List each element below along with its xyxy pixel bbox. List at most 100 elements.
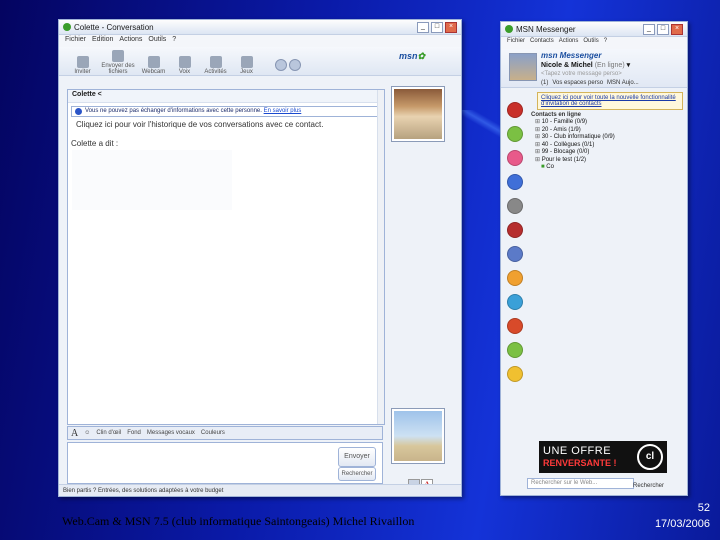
group-family[interactable]: 10 - Famille (0/9) <box>535 119 687 127</box>
messenger-titlebar[interactable]: MSN Messenger _ □ × <box>501 22 687 37</box>
ad-line2: RENVERSANTE ! <box>543 458 617 468</box>
message-area <box>72 150 232 210</box>
invite-button[interactable]: Inviter <box>69 56 96 75</box>
games-icon <box>240 56 253 68</box>
games-tab-icon[interactable] <box>507 270 523 286</box>
games-button[interactable]: Jeux <box>233 56 260 75</box>
messenger-title: MSN Messenger <box>516 24 576 34</box>
user-display-picture[interactable] <box>391 408 445 464</box>
msn-logo: msn✿ <box>398 51 425 61</box>
wink-icon[interactable] <box>289 59 301 71</box>
user-photo <box>394 411 442 461</box>
voice-icon <box>178 56 191 68</box>
quick-links: (1) Vos espaces perso MSN Aujo... <box>541 80 639 86</box>
conversation-history[interactable]: Colette < Vous ne pouvez pas échanger d'… <box>67 89 385 425</box>
menu-contacts[interactable]: Contacts <box>530 38 554 48</box>
spaces-link[interactable]: Vos espaces perso <box>552 80 603 86</box>
group-colleagues[interactable]: 40 - Collègues (0/1) <box>535 142 687 150</box>
messenger-logo: msn Messenger <box>541 51 602 60</box>
personal-message-field[interactable]: <Tapez votre message perso> <box>541 71 622 77</box>
history-link[interactable]: Cliquez ici pour voir l'historique de vo… <box>76 120 376 129</box>
close-button[interactable]: × <box>445 21 457 33</box>
info-notice: Vous ne pouvez pas échanger d'informatio… <box>71 106 381 117</box>
group-test[interactable]: Pour le test (1/2) <box>535 157 687 165</box>
status-bar[interactable]: Bien partis ? Entrées, des solutions ada… <box>59 484 461 496</box>
menu-help[interactable]: ? <box>604 38 607 48</box>
shop-tab-icon[interactable] <box>507 342 523 358</box>
menu-help[interactable]: ? <box>172 36 176 46</box>
messenger-minimize-button[interactable]: _ <box>643 23 655 35</box>
group-friends[interactable]: 20 - Amis (1/9) <box>535 127 687 135</box>
format-item-voice[interactable]: Messages vocaux <box>147 430 195 436</box>
minimize-button[interactable]: _ <box>417 21 429 33</box>
news-tab-icon[interactable] <box>507 174 523 190</box>
bell-tab-icon[interactable] <box>507 366 523 382</box>
user-name[interactable]: Nicole & Michel (En ligne) ▾ <box>541 61 630 69</box>
contact-display-picture[interactable] <box>391 86 445 142</box>
menu-actions[interactable]: Actions <box>559 38 579 48</box>
webcam-label: Webcam <box>141 69 166 75</box>
emoticon-icon[interactable]: ☺ <box>84 430 90 436</box>
message-input[interactable]: Envoyer Rechercher <box>67 442 383 484</box>
messenger-close-button[interactable]: × <box>671 23 683 35</box>
online-contacts-header[interactable]: Contacts en ligne <box>531 112 687 118</box>
sidebar-tabs <box>507 102 523 390</box>
info-link[interactable]: En savoir plus <box>264 108 302 114</box>
conversation-title: Colette - Conversation <box>74 22 154 32</box>
group-club[interactable]: 30 - Club informatique (0/9) <box>535 134 687 142</box>
said-label: Colette a dit : <box>71 139 119 148</box>
conversation-menubar: Fichier Edition Actions Outils ? <box>59 35 461 47</box>
ad-line1: UNE OFFRE <box>543 445 612 457</box>
maximize-button[interactable]: □ <box>431 21 443 33</box>
send-files-icon <box>112 50 124 62</box>
activities-button[interactable]: Activités <box>202 56 229 75</box>
messenger-maximize-button[interactable]: □ <box>657 23 669 35</box>
voice-label: Voix <box>178 69 191 75</box>
app-icon <box>63 23 71 31</box>
send-button[interactable]: Envoyer <box>338 447 376 467</box>
buddy-tab-icon[interactable] <box>507 126 523 142</box>
group-blocked[interactable]: 99 - Blocage (0/0) <box>535 149 687 157</box>
web-search-button[interactable]: Rechercher <box>633 483 664 489</box>
font-icon[interactable]: A <box>71 428 78 439</box>
web-search-input[interactable]: Rechercher sur le Web... <box>527 478 634 489</box>
expand-icon[interactable] <box>275 59 287 71</box>
menu-file[interactable]: Fichier <box>507 38 525 48</box>
voice-button[interactable]: Voix <box>171 56 198 75</box>
advertisement-banner[interactable]: UNE OFFRE RENVERSANTE ! cl <box>539 441 667 473</box>
menu-file[interactable]: Fichier <box>65 36 86 46</box>
invite-notice[interactable]: Cliquez ici pour voir toute la nouvelle … <box>537 92 683 110</box>
activities-label: Activités <box>204 69 227 75</box>
format-toolbar: A ☺ Clin d'œil Fond Messages vocaux Coul… <box>67 426 383 440</box>
magazine-tab-icon[interactable] <box>507 150 523 166</box>
format-item-wink[interactable]: Clin d'œil <box>96 430 121 436</box>
mail-link[interactable]: (1) <box>541 80 548 86</box>
menu-edit[interactable]: Edition <box>92 36 113 46</box>
avatar[interactable] <box>509 53 537 81</box>
contact-item[interactable]: Co <box>541 164 687 172</box>
heart-tab-icon[interactable] <box>507 222 523 238</box>
music-tab-icon[interactable] <box>507 294 523 310</box>
tools-tab-icon[interactable] <box>507 198 523 214</box>
search-button[interactable]: Rechercher <box>338 467 376 481</box>
menu-tools[interactable]: Outils <box>148 36 166 46</box>
msn-today-link[interactable]: MSN Aujo... <box>607 80 639 86</box>
info-text: Vous ne pouvez pas échanger d'informatio… <box>85 108 262 114</box>
contacts-tab-icon[interactable] <box>507 102 523 118</box>
webcam-button[interactable]: Webcam <box>140 56 167 75</box>
menu-actions[interactable]: Actions <box>119 36 142 46</box>
ad-logo: cl <box>637 444 663 470</box>
conversation-titlebar[interactable]: Colette - Conversation _ □ × <box>59 20 461 35</box>
menu-tools[interactable]: Outils <box>583 38 598 48</box>
sos-tab-icon[interactable] <box>507 246 523 262</box>
format-item-colors[interactable]: Couleurs <box>201 430 225 436</box>
send-files-button[interactable]: Envoyer des fichiers <box>100 50 136 75</box>
photo-tab-icon[interactable] <box>507 318 523 334</box>
conversation-toolbar: Inviter Envoyer des fichiers Webcam Voix… <box>59 47 461 76</box>
history-scrollbar[interactable] <box>377 90 384 424</box>
info-icon <box>75 108 82 115</box>
format-item-background[interactable]: Fond <box>127 430 141 436</box>
contact-groups: 10 - Famille (0/9) 20 - Amis (1/9) 30 - … <box>535 119 687 172</box>
messenger-window: MSN Messenger _ □ × Fichier Contacts Act… <box>500 21 688 496</box>
games-label: Jeux <box>240 69 253 75</box>
